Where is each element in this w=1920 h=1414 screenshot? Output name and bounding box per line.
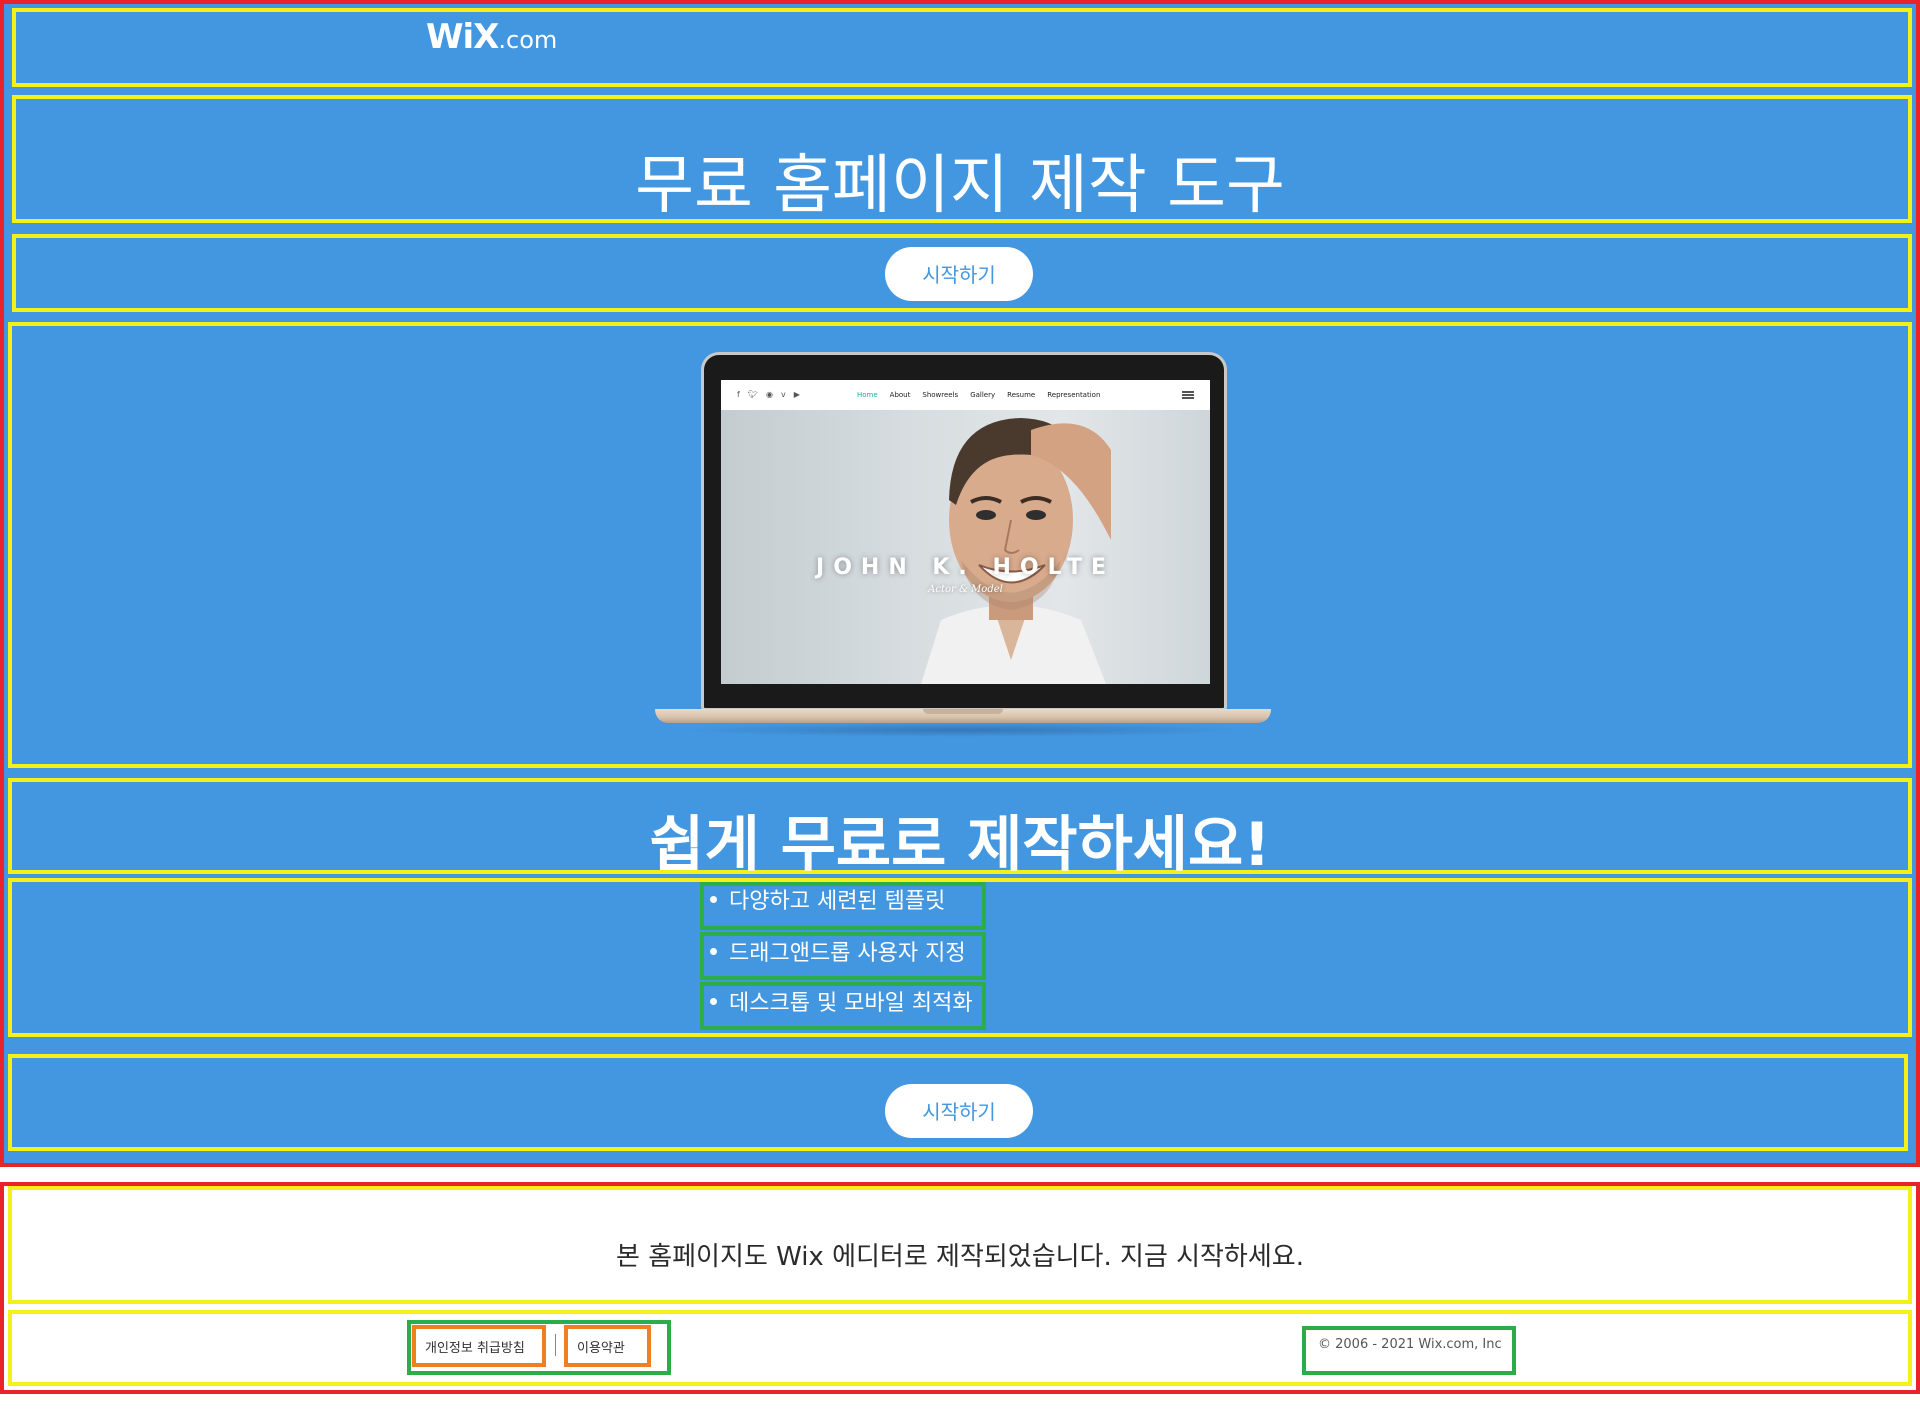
- facebook-icon: f: [737, 390, 740, 399]
- feature-item-3-label: 데스크톱 및 모바일 최적화: [729, 991, 973, 1016]
- features-title: 쉽게 무료로 제작하세요!: [649, 810, 1271, 880]
- copyright-text: © 2006 - 2021 Wix.com, Inc: [1318, 1337, 1502, 1352]
- hamburger-icon: [1182, 391, 1194, 399]
- footer-promo-text: 본 홈페이지도 Wix 에디터로 제작되었습니다. 지금 시작하세요.: [616, 1242, 1304, 1272]
- preview-menu-home: Home: [857, 391, 878, 399]
- vimeo-icon: v: [780, 390, 786, 399]
- laptop-shadow: [675, 723, 1251, 737]
- laptop-screen: f 🐦︎ ◉ v ▶ Home About Showreels Gallery …: [721, 380, 1210, 684]
- laptop-mockup: f 🐦︎ ◉ v ▶ Home About Showreels Gallery …: [655, 352, 1271, 737]
- start-button-bottom[interactable]: 시작하기: [885, 1084, 1033, 1138]
- start-button-top[interactable]: 시작하기: [885, 247, 1033, 301]
- preview-menu-representation: Representation: [1047, 391, 1101, 399]
- privacy-policy-link[interactable]: 개인정보 취급방침: [425, 1337, 525, 1356]
- feature-item-2-label: 드래그앤드롭 사용자 지정: [729, 941, 966, 966]
- instagram-icon: ◉: [765, 390, 773, 399]
- footer-links-band: [8, 1310, 1912, 1386]
- preview-menu-gallery: Gallery: [970, 391, 996, 399]
- feature-item-1: 다양하고 세련된 템플릿: [710, 883, 945, 915]
- feature-item-1-label: 다양하고 세련된 템플릿: [729, 889, 946, 914]
- youtube-icon: ▶: [793, 390, 800, 399]
- preview-menu-resume: Resume: [1007, 391, 1036, 399]
- logo-main: WiX: [426, 17, 499, 57]
- feature-item-2: 드래그앤드롭 사용자 지정: [710, 935, 966, 967]
- bullet-icon: [710, 895, 717, 903]
- terms-of-use-link[interactable]: 이용약관: [577, 1337, 625, 1356]
- bullet-icon: [710, 947, 717, 955]
- hero-title: 무료 홈페이지 제작 도구: [635, 149, 1285, 223]
- wix-logo[interactable]: WiX.com: [426, 17, 557, 57]
- preview-menu-about: About: [889, 391, 911, 399]
- laptop-notch: [923, 709, 1003, 714]
- preview-hero-image: JOHN K. HOLTE Actor & Model: [721, 410, 1210, 684]
- footer-divider: [555, 1334, 556, 1356]
- preview-menu-showreels: Showreels: [922, 391, 959, 399]
- preview-hero-name: JOHN K. HOLTE: [816, 555, 1115, 580]
- header-band: [12, 8, 1912, 87]
- portrait-image: [921, 418, 1111, 684]
- preview-social-icons: f 🐦︎ ◉ v ▶: [737, 390, 800, 399]
- preview-site-nav: f 🐦︎ ◉ v ▶ Home About Showreels Gallery …: [721, 380, 1210, 410]
- feature-item-3: 데스크톱 및 모바일 최적화: [710, 985, 973, 1017]
- laptop-lid: f 🐦︎ ◉ v ▶ Home About Showreels Gallery …: [701, 352, 1227, 711]
- preview-menu: Home About Showreels Gallery Resume Repr…: [857, 391, 1100, 399]
- logo-suffix: .com: [498, 26, 558, 54]
- bullet-icon: [710, 997, 717, 1005]
- preview-hero-subtitle: Actor & Model: [928, 584, 1003, 595]
- twitter-icon: 🐦︎: [747, 390, 758, 399]
